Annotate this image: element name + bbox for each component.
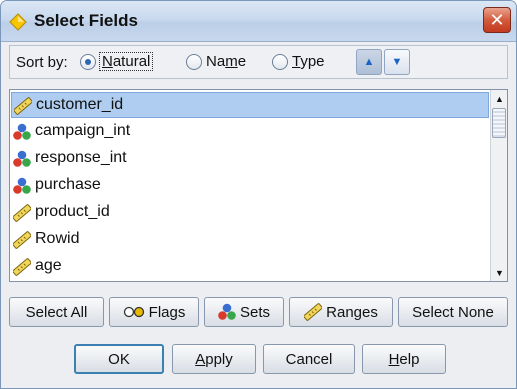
select-sets-button[interactable]: Sets [204, 297, 284, 327]
sort-name-label[interactable]: Name [206, 53, 246, 70]
field-list[interactable]: customer_id campaign_int response_int pu… [9, 89, 508, 282]
field-name: response_int [35, 149, 127, 166]
scroll-up-button[interactable]: ▲ [491, 90, 507, 107]
select-none-button[interactable]: Select None [398, 297, 508, 327]
field-row-age[interactable]: age [11, 254, 489, 280]
field-row-purchase[interactable]: purchase [11, 173, 489, 199]
ranges-label: Ranges [326, 303, 378, 321]
apply-label: Apply [195, 350, 233, 368]
scroll-down-icon: ▼ [495, 267, 504, 278]
range-icon [13, 258, 31, 276]
sort-name-radio[interactable] [186, 54, 202, 70]
scroll-down-button[interactable]: ▼ [491, 264, 507, 281]
field-name: purchase [35, 176, 101, 193]
vertical-scrollbar[interactable]: ▲ ▼ [490, 90, 507, 281]
set-icon [13, 123, 31, 140]
field-name: customer_id [36, 96, 124, 113]
set-icon [13, 150, 31, 167]
sort-natural-radio[interactable] [80, 54, 96, 70]
field-row-rowid[interactable]: Rowid [11, 227, 489, 253]
ok-button[interactable]: OK [74, 344, 164, 374]
sort-descending-button[interactable]: ▼ [384, 49, 410, 75]
select-ranges-button[interactable]: Ranges [289, 297, 393, 327]
help-button[interactable]: Help [362, 344, 446, 374]
apply-button[interactable]: Apply [172, 344, 256, 374]
field-name: product_id [35, 203, 110, 220]
sort-type-radio[interactable] [272, 54, 288, 70]
field-row-customer-id[interactable]: customer_id [11, 92, 489, 118]
select-all-label: Select All [25, 303, 88, 321]
close-button[interactable]: ✕ [483, 7, 511, 33]
sort-ascending-button[interactable]: ▲ [356, 49, 382, 75]
close-icon: ✕ [489, 9, 505, 30]
field-name: campaign_int [35, 122, 131, 139]
select-flags-button[interactable]: Flags [109, 297, 199, 327]
sort-natural-label[interactable]: Natural [98, 52, 154, 71]
field-row-product-id[interactable]: product_id [11, 200, 489, 226]
sets-label: Sets [239, 303, 270, 321]
cancel-button[interactable]: Cancel [263, 344, 355, 374]
range-icon [13, 204, 31, 222]
select-all-button[interactable]: Select All [9, 297, 104, 327]
dialog-title: Select Fields [34, 11, 138, 30]
field-name: Rowid [35, 230, 80, 247]
sort-type-label[interactable]: Type [292, 53, 325, 70]
sort-by-label: Sort by: [16, 54, 68, 71]
diamond-icon [9, 13, 27, 31]
select-none-label: Select None [412, 303, 494, 321]
cancel-label: Cancel [285, 350, 333, 368]
range-icon [13, 231, 31, 249]
field-row-response-int[interactable]: response_int [11, 146, 489, 172]
set-icon [13, 177, 31, 194]
select-fields-dialog: Select Fields ✕ Sort by: Natural Name Ty… [0, 0, 517, 389]
range-icon [304, 303, 323, 321]
triangle-down-icon: ▼ [391, 56, 403, 68]
set-icon [218, 303, 236, 320]
scroll-thumb[interactable] [492, 108, 506, 138]
field-row-campaign-int[interactable]: campaign_int [11, 119, 489, 145]
field-name: age [35, 257, 62, 274]
help-label: Help [388, 350, 420, 368]
title-bar[interactable]: Select Fields ✕ [1, 1, 516, 42]
range-icon [14, 97, 32, 115]
ok-label: OK [108, 350, 130, 368]
flag-icon [123, 306, 144, 318]
flags-label: Flags [148, 303, 186, 321]
scroll-up-icon: ▲ [495, 93, 504, 104]
sort-toolbar: Sort by: Natural Name Type ▲ ▼ [9, 45, 508, 79]
triangle-up-icon: ▲ [363, 56, 375, 68]
